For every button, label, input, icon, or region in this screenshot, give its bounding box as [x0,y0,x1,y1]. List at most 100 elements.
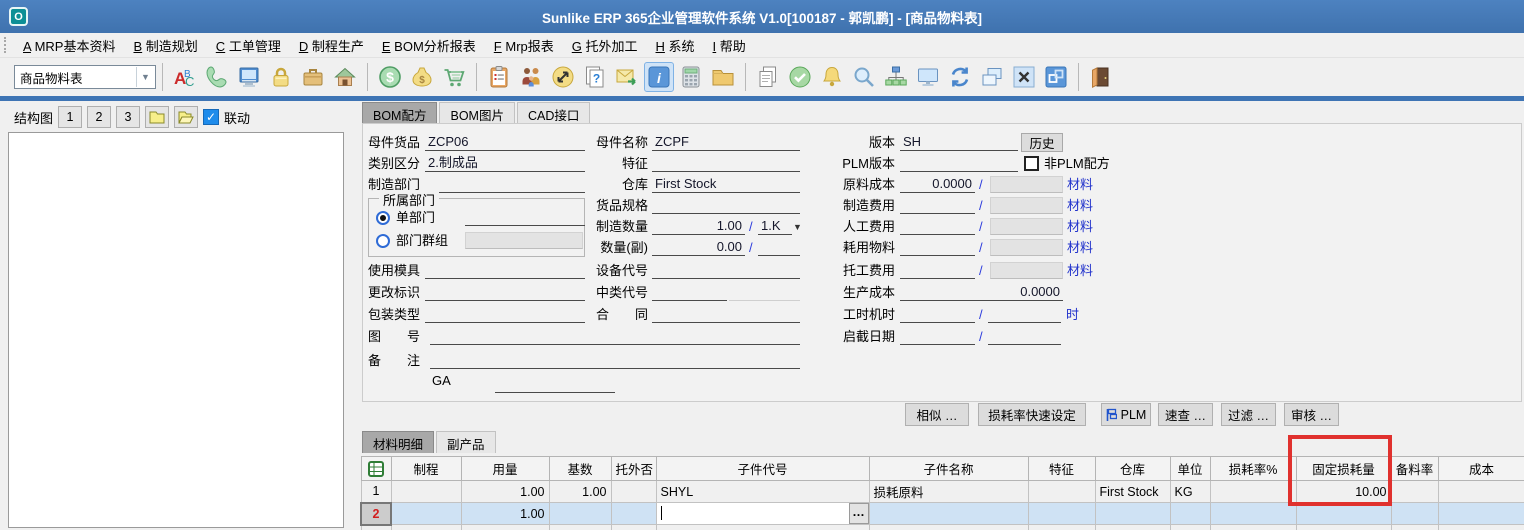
labor-expense-link[interactable]: 材料 [1067,218,1093,235]
work-hours-field[interactable] [900,306,975,323]
computer-icon[interactable] [234,62,264,92]
outwork-expense-field[interactable] [900,262,975,279]
warehouse-field[interactable]: First Stock [652,176,800,193]
remark-field[interactable] [430,352,800,369]
col-usage[interactable]: 用量 [461,457,549,481]
change-flag-field[interactable] [425,284,585,301]
cascade-windows-icon[interactable] [977,62,1007,92]
dollar-coin-icon[interactable]: $ [375,62,405,92]
parent-item-field[interactable]: ZCP06 [425,134,585,151]
monitor-icon[interactable] [913,62,943,92]
bell-icon[interactable] [817,62,847,92]
audit-button[interactable]: 审核 … [1284,403,1339,426]
material-cost-field[interactable]: 0.0000 [900,176,975,193]
work-hours-link[interactable]: 时 [1066,306,1079,323]
mail-send-icon[interactable] [612,62,642,92]
people-icon[interactable] [516,62,546,92]
mid-class-no-field[interactable] [652,284,727,301]
single-dept-radio[interactable] [376,211,390,225]
cell-cost[interactable] [1438,503,1524,525]
cell-child-name[interactable] [869,503,1028,525]
cell-feature[interactable] [1028,503,1095,525]
row-number[interactable]: 1 [361,481,391,503]
tab-cad-interface[interactable]: CAD接口 [517,102,590,123]
menu-item-mfg-plan[interactable]: B 制造规划 [124,33,206,58]
app-window-icon[interactable] [1041,62,1071,92]
contract-field[interactable] [652,306,800,323]
version-field[interactable]: SH [900,134,1018,151]
cell-fixed-loss[interactable]: 10.00 [1296,481,1391,503]
col-child-name[interactable]: 子件名称 [869,457,1028,481]
outwork-expense-link[interactable]: 材料 [1067,262,1093,279]
bom-structure-tree[interactable] [8,132,344,528]
menu-item-process[interactable]: D 制程生产 [290,33,373,58]
collapse-folder-button[interactable] [145,106,169,128]
abc-letters-icon[interactable]: ABC [170,62,200,92]
cell-cost[interactable] [1438,481,1524,503]
cell-fixed-loss[interactable] [1296,503,1391,525]
drawing-no-field[interactable] [430,328,800,345]
feature-field[interactable] [652,155,800,172]
col-cost[interactable]: 成本 [1438,457,1524,481]
lock-icon[interactable] [266,62,296,92]
non-plm-checkbox[interactable] [1024,156,1039,171]
mfg-expense-link[interactable]: 材料 [1067,197,1093,214]
lookup-ellipsis-button[interactable]: … [849,503,869,524]
cell-prep-rate[interactable] [1391,481,1438,503]
level-1-button[interactable]: 1 [58,106,82,128]
tab-bom-picture[interactable]: BOM图片 [439,102,514,123]
module-selector[interactable]: 商品物料表 ▼ [14,65,156,89]
home-icon[interactable] [330,62,360,92]
folder-icon[interactable] [708,62,738,92]
col-unit[interactable]: 单位 [1170,457,1210,481]
check-circle-icon[interactable] [785,62,815,92]
child-code-edit-cell[interactable]: … [657,503,869,524]
select-all-cell[interactable] [361,457,391,481]
linkage-checkbox[interactable]: ✓ [203,109,219,125]
calculator-icon[interactable] [676,62,706,92]
col-warehouse[interactable]: 仓库 [1095,457,1170,481]
cell-base[interactable]: 1.00 [549,481,611,503]
plm-button[interactable]: PLM [1101,403,1151,426]
info-icon[interactable]: i [644,62,674,92]
link-arrows-icon[interactable] [548,62,578,92]
mfg-dept-field[interactable] [425,176,585,193]
row-number[interactable]: 2 [361,503,391,525]
plm-version-field[interactable] [900,155,1018,172]
phone-icon[interactable] [202,62,232,92]
col-outsourced[interactable]: 托外否 [611,457,656,481]
similar-button[interactable]: 相似 … [905,403,969,426]
category-field[interactable]: 2.制成品 [425,155,585,172]
cell-feature[interactable] [1028,481,1095,503]
ga-field[interactable] [495,376,615,393]
single-dept-field[interactable] [465,209,585,226]
unit-dropdown-icon[interactable]: ▼ [793,219,802,236]
level-3-button[interactable]: 3 [116,106,140,128]
consumables-link[interactable]: 材料 [1067,239,1093,256]
menu-item-workorder[interactable]: C 工单管理 [207,33,290,58]
work-hours-field-2[interactable] [988,306,1061,323]
search-icon[interactable] [849,62,879,92]
col-base[interactable]: 基数 [549,457,611,481]
mfg-qty-unit-field[interactable]: 1.K [758,218,792,235]
clipboard-icon[interactable] [484,62,514,92]
menu-item-mrp[interactable]: A MRP基本资料 [14,33,124,58]
col-loss-rate[interactable]: 损耗率% [1210,457,1296,481]
tab-material-detail[interactable]: 材料明细 [362,431,434,453]
cell-outsourced[interactable] [611,481,656,503]
cell-warehouse[interactable] [1095,503,1170,525]
date-range-start-field[interactable] [900,328,975,345]
copy-doc-icon[interactable] [753,62,783,92]
org-chart-icon[interactable] [881,62,911,92]
qty-aux-unit-field[interactable] [758,239,800,256]
parent-name-field[interactable]: ZCPF [652,134,800,151]
level-2-button[interactable]: 2 [87,106,111,128]
equipment-no-field[interactable] [652,262,800,279]
mold-field[interactable] [425,262,585,279]
cell-prep-rate[interactable] [1391,503,1438,525]
cell-loss-rate[interactable] [1210,503,1296,525]
refresh-icon[interactable] [945,62,975,92]
material-cost-link[interactable]: 材料 [1067,176,1093,193]
cell-process[interactable] [391,481,461,503]
tab-bom-recipe[interactable]: BOM配方 [362,102,437,123]
